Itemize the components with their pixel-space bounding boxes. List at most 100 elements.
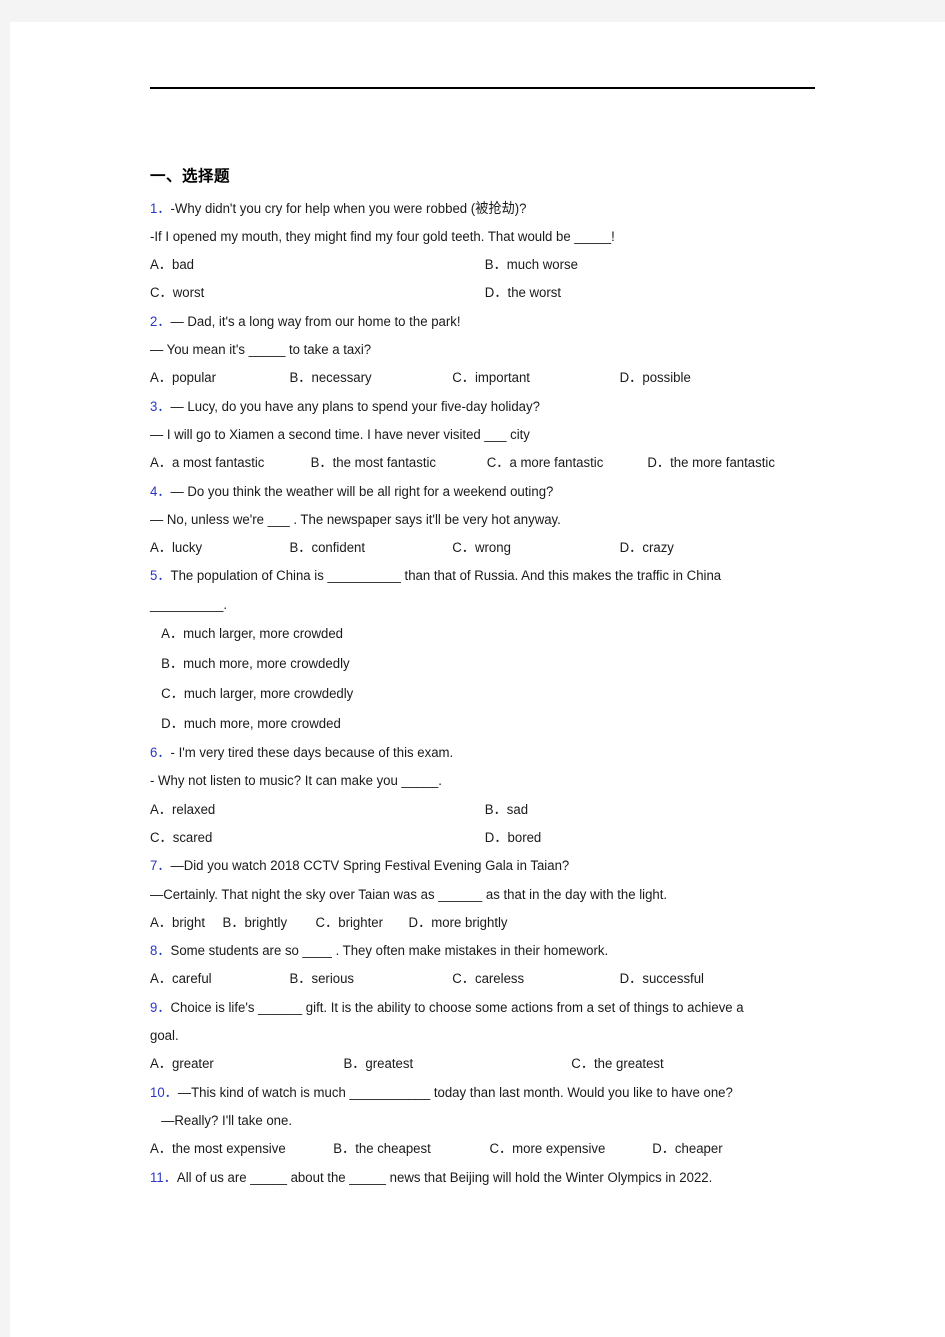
question-5: 5．The population of China is __________ … (150, 562, 822, 739)
question-8-text-1: Some students are so ____ . They often m… (170, 943, 609, 960)
question-5-option-a[interactable]: A．much larger, more crowded (150, 619, 775, 649)
question-10-text-1: —This kind of watch is much ___________ … (177, 1084, 733, 1101)
option-b[interactable]: B．necessary (290, 364, 453, 392)
option-c[interactable]: C．more expensive (489, 1135, 652, 1163)
option-c[interactable]: C．important (452, 364, 619, 392)
document-content: 一、选择题 1．-Why didn't you cry for help whe… (150, 167, 822, 1192)
question-8-line-1: 8．Some students are so ____ . They often… (150, 937, 775, 965)
question-5-number: 5． (150, 568, 171, 585)
question-2-options-row-1: A．popular B．necessary C．important D．poss… (150, 364, 775, 392)
question-11-number: 11． (150, 1169, 177, 1186)
option-b[interactable]: B．brightly (223, 909, 316, 937)
option-c[interactable]: C．wrong (452, 534, 619, 562)
question-1: 1．-Why didn't you cry for help when you … (150, 195, 822, 308)
option-d[interactable]: D．the worst (485, 279, 561, 307)
question-4-line-2: — No, unless we're ___ . The newspaper s… (150, 511, 561, 528)
option-b[interactable]: B．confident (290, 534, 453, 562)
option-c[interactable]: C．scared (150, 824, 485, 852)
question-2-line-2: — You mean it's _____ to take a taxi? (150, 342, 372, 359)
question-7-options-row-1: A．bright B．brightly C．brighter D．more br… (150, 909, 775, 937)
option-b[interactable]: B．serious (290, 965, 453, 993)
option-d[interactable]: D．the more fantastic (647, 449, 775, 477)
option-a[interactable]: A．relaxed (150, 796, 485, 824)
question-9-number: 9． (150, 999, 171, 1016)
question-5-option-d[interactable]: D．much more, more crowded (150, 709, 775, 739)
question-6: 6．- I'm very tired these days because of… (150, 739, 822, 852)
option-b[interactable]: B．the most fantastic (311, 449, 487, 477)
option-c[interactable]: C．careless (452, 965, 619, 993)
question-6-options-row-1: A．relaxed B．sad (150, 796, 775, 824)
question-10-number: 10． (150, 1084, 178, 1101)
question-3-options-row-1: A．a most fantastic B．the most fantastic … (150, 449, 775, 477)
option-b[interactable]: B．greatest (343, 1050, 571, 1078)
question-9: 9．Choice is life's ______ gift. It is th… (150, 994, 822, 1079)
option-d[interactable]: D．possible (620, 364, 691, 392)
question-2: 2．— Dad, it's a long way from our home t… (150, 308, 822, 393)
question-7-line-2: —Certainly. That night the sky over Taia… (150, 886, 668, 903)
question-4-line-1: 4．— Do you think the weather will be all… (150, 478, 775, 506)
option-a[interactable]: A．careful (150, 965, 290, 993)
question-5-option-b[interactable]: B．much more, more crowdedly (150, 649, 775, 679)
question-1-options-row-2: C．worst D．the worst (150, 279, 775, 307)
question-6-text-1: - I'm very tired these days because of t… (170, 745, 454, 762)
question-7-number: 7． (150, 858, 171, 875)
question-11-line-1: 11．All of us are _____ about the _____ n… (150, 1164, 775, 1192)
question-6-line-2: - Why not listen to music? It can make y… (150, 773, 442, 790)
option-d[interactable]: D．crazy (620, 534, 674, 562)
option-d[interactable]: D．bored (485, 824, 541, 852)
question-1-options-row-1: A．bad B．much worse (150, 251, 775, 279)
question-2-text-1: — Dad, it's a long way from our home to … (170, 313, 461, 330)
question-10-line-1: 10．—This kind of watch is much _________… (150, 1079, 775, 1107)
question-10: 10．—This kind of watch is much _________… (150, 1079, 822, 1164)
question-4-number: 4． (150, 483, 171, 500)
question-11: 11．All of us are _____ about the _____ n… (150, 1164, 822, 1192)
question-5-option-c[interactable]: C．much larger, more crowdedly (150, 679, 775, 709)
option-c[interactable]: C．worst (150, 279, 485, 307)
question-8-number: 8． (150, 943, 171, 960)
option-a[interactable]: A．greater (150, 1050, 343, 1078)
question-9-line-1: 9．Choice is life's ______ gift. It is th… (150, 994, 775, 1051)
question-6-options-row-2: C．scared D．bored (150, 824, 775, 852)
question-1-line-1: 1．-Why didn't you cry for help when you … (150, 195, 775, 223)
option-c[interactable]: C．a more fantastic (487, 449, 648, 477)
option-a[interactable]: A．lucky (150, 534, 290, 562)
question-4-options-row-1: A．lucky B．confident C．wrong D．crazy (150, 534, 775, 562)
question-4: 4．— Do you think the weather will be all… (150, 478, 822, 563)
question-3-line-1: 3．— Lucy, do you have any plans to spend… (150, 393, 775, 421)
question-10-options-row-1: A．the most expensive B．the cheapest C．mo… (150, 1135, 775, 1163)
question-3: 3．— Lucy, do you have any plans to spend… (150, 393, 822, 478)
question-11-text-1: All of us are _____ about the _____ news… (176, 1169, 713, 1186)
question-9-options-row-1: A．greater B．greatest C．the greatest (150, 1050, 775, 1078)
option-d[interactable]: D．successful (620, 965, 704, 993)
option-b[interactable]: B．much worse (485, 251, 578, 279)
option-d[interactable]: D．more brightly (409, 909, 508, 937)
question-6-number: 6． (150, 745, 171, 762)
question-4-text-1: — Do you think the weather will be all r… (170, 483, 554, 500)
option-d[interactable]: D．cheaper (652, 1135, 722, 1163)
option-a[interactable]: A．popular (150, 364, 290, 392)
question-8-options-row-1: A．careful B．serious C．careless D．success… (150, 965, 775, 993)
document-page: 一、选择题 1．-Why didn't you cry for help whe… (10, 22, 945, 1337)
option-a[interactable]: A．a most fantastic (150, 449, 311, 477)
option-a[interactable]: A．the most expensive (150, 1135, 333, 1163)
option-a[interactable]: A．bad (150, 251, 485, 279)
question-10-line-2: —Really? I'll take one. (161, 1112, 293, 1129)
question-7: 7．—Did you watch 2018 CCTV Spring Festiv… (150, 852, 822, 937)
question-7-line-1: 7．—Did you watch 2018 CCTV Spring Festiv… (150, 852, 775, 880)
question-8: 8．Some students are so ____ . They often… (150, 937, 822, 994)
option-b[interactable]: B．sad (485, 796, 528, 824)
question-1-number: 1． (150, 200, 171, 217)
option-a[interactable]: A．bright (150, 909, 223, 937)
question-6-line-1: 6．- I'm very tired these days because of… (150, 739, 775, 767)
option-b[interactable]: B．the cheapest (333, 1135, 489, 1163)
question-2-number: 2． (150, 313, 171, 330)
header-divider-rule (150, 87, 815, 89)
option-c[interactable]: C．brighter (316, 909, 409, 937)
question-7-text-1: —Did you watch 2018 CCTV Spring Festival… (170, 858, 570, 875)
question-3-line-2: — I will go to Xiamen a second time. I h… (150, 426, 530, 443)
section-title: 一、选择题 (150, 167, 231, 185)
question-1-line-2: -If I opened my mouth, they might find m… (150, 228, 615, 245)
question-9-text-1: Choice is life's ______ gift. It is the … (150, 999, 744, 1045)
question-5-line-1: 5．The population of China is __________ … (150, 562, 775, 619)
option-c[interactable]: C．the greatest (571, 1050, 663, 1078)
